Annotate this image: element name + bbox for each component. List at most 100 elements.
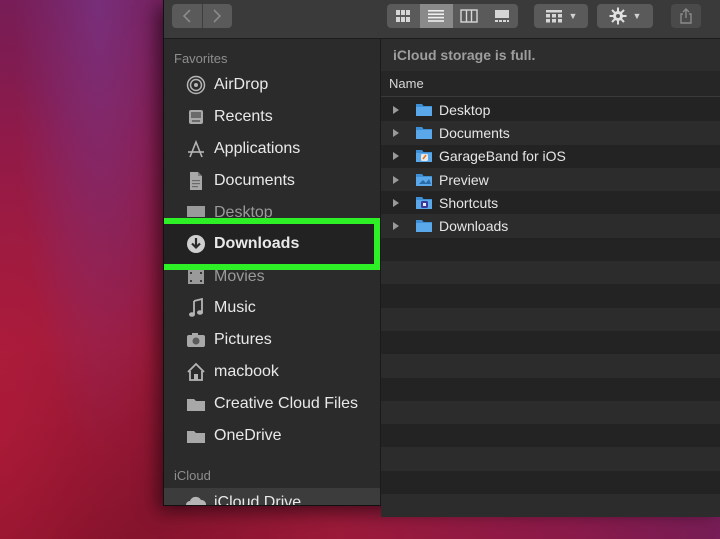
sidebar-item-label: OneDrive [214, 427, 282, 444]
empty-row [381, 494, 720, 518]
home-icon [184, 362, 208, 382]
sidebar-item-creative-cloud-files[interactable]: Creative Cloud Files [164, 389, 380, 419]
table-row[interactable]: Preview [381, 167, 720, 192]
applications-icon [184, 139, 208, 159]
blue-folder-icon [415, 219, 433, 233]
action-button[interactable]: ▼ [597, 4, 653, 28]
sidebar-item-recents[interactable]: Recents [164, 102, 380, 132]
empty-row [381, 261, 720, 285]
icon-view-button[interactable] [387, 4, 420, 28]
empty-row [381, 354, 720, 378]
icloud-icon [184, 493, 208, 505]
list-view-button[interactable] [419, 4, 453, 28]
table-row[interactable]: Downloads [381, 214, 720, 238]
empty-row [381, 424, 720, 448]
column-view-button[interactable] [453, 4, 486, 28]
forward-button[interactable] [203, 4, 233, 28]
sidebar-item-label: Documents [214, 172, 295, 189]
file-name: Downloads [439, 218, 509, 235]
sidebar-item-label: macbook [214, 363, 279, 380]
blue-folder-icon [415, 103, 433, 117]
chevron-right-icon [213, 9, 222, 23]
group-grid-icon [545, 10, 562, 23]
garageband-folder-icon [415, 149, 433, 163]
table-row[interactable]: GarageBand for iOS [381, 144, 720, 168]
empty-row [381, 284, 720, 308]
sidebar-item-label: iCloud Drive [214, 494, 302, 505]
sidebar-item-airdrop[interactable]: AirDrop [164, 70, 380, 100]
sidebar-item-label: Recents [214, 108, 273, 125]
folder-icon [184, 394, 208, 414]
columns-icon [460, 9, 478, 23]
disclosure-triangle-icon[interactable] [393, 198, 399, 207]
sidebar-item-label: Music [214, 299, 256, 316]
empty-row [381, 307, 720, 331]
empty-row [381, 330, 720, 355]
disclosure-triangle-icon[interactable] [393, 175, 399, 184]
empty-row [381, 377, 720, 401]
gallery-icon [494, 10, 509, 22]
airdrop-icon [184, 75, 208, 95]
group-button[interactable]: ▼ [534, 4, 588, 28]
documents-icon [184, 171, 208, 191]
finder-window: ▼ ▼ Favorites AirDrop Recents Applicatio… [163, 0, 720, 518]
list-icon [428, 10, 445, 22]
sidebar-item-label: Creative Cloud Files [214, 395, 359, 412]
storage-full-banner: iCloud storage is full. [381, 39, 720, 71]
shortcuts-folder-icon [415, 196, 433, 210]
chevron-left-icon [182, 9, 191, 23]
empty-row [381, 447, 720, 471]
downloads-icon [184, 234, 208, 254]
folder-icon [184, 426, 208, 446]
sidebar-item-label: AirDrop [214, 76, 269, 93]
sidebar-item-applications[interactable]: Applications [164, 134, 380, 164]
favorites-section-title: Favorites [174, 51, 228, 66]
file-name: Desktop [439, 101, 491, 118]
disclosure-triangle-icon[interactable] [393, 152, 399, 161]
desktop-wallpaper [0, 0, 165, 539]
gallery-view-button[interactable] [485, 4, 518, 28]
sidebar-item-label: Applications [214, 140, 301, 157]
toolbar: ▼ ▼ [164, 0, 720, 39]
navigation-buttons [172, 4, 232, 28]
sidebar-item-macbook[interactable]: macbook [164, 357, 380, 387]
file-list: Desktop Documents GarageBand for iOS Pre… [381, 98, 720, 518]
file-name: GarageBand for iOS [439, 148, 566, 165]
name-column-header[interactable]: Name [381, 71, 720, 97]
table-row[interactable]: Shortcuts [381, 191, 720, 215]
empty-row [381, 237, 720, 262]
empty-row [381, 470, 720, 495]
sidebar-item-label: Movies [214, 268, 265, 285]
recents-icon [184, 107, 208, 127]
share-button[interactable] [671, 4, 701, 28]
gear-icon [609, 7, 627, 25]
table-row[interactable]: Documents [381, 121, 720, 145]
file-name: Documents [439, 124, 510, 141]
sidebar-item-onedrive[interactable]: OneDrive [164, 421, 380, 451]
movies-icon [184, 267, 208, 287]
sidebar: Favorites AirDrop Recents Applications D… [164, 39, 381, 505]
grid-icon [396, 10, 411, 22]
disclosure-triangle-icon[interactable] [393, 222, 399, 231]
blue-folder-icon [415, 126, 433, 140]
sidebar-item-label: Pictures [214, 331, 272, 348]
sidebar-item-documents[interactable]: Documents [164, 166, 380, 196]
pictures-icon [184, 330, 208, 350]
chevron-down-icon: ▼ [632, 11, 642, 21]
table-row[interactable]: Desktop [381, 98, 720, 122]
back-button[interactable] [172, 4, 202, 28]
chevron-down-icon: ▼ [568, 11, 578, 21]
disclosure-triangle-icon[interactable] [393, 105, 399, 114]
file-list-area: iCloud storage is full. Name Desktop Doc… [381, 39, 720, 518]
sidebar-item-icloud-drive[interactable]: iCloud Drive [164, 488, 380, 505]
icloud-section-title: iCloud [174, 468, 211, 483]
disclosure-triangle-icon[interactable] [393, 128, 399, 137]
sidebar-item-music[interactable]: Music [164, 293, 380, 323]
sidebar-item-downloads[interactable]: Downloads [164, 229, 380, 259]
preview-folder-icon [415, 173, 433, 187]
sidebar-item-label: Downloads [214, 235, 300, 252]
empty-row [381, 400, 720, 425]
sidebar-item-pictures[interactable]: Pictures [164, 325, 380, 355]
file-name: Preview [439, 171, 489, 188]
view-mode-control [387, 4, 518, 28]
